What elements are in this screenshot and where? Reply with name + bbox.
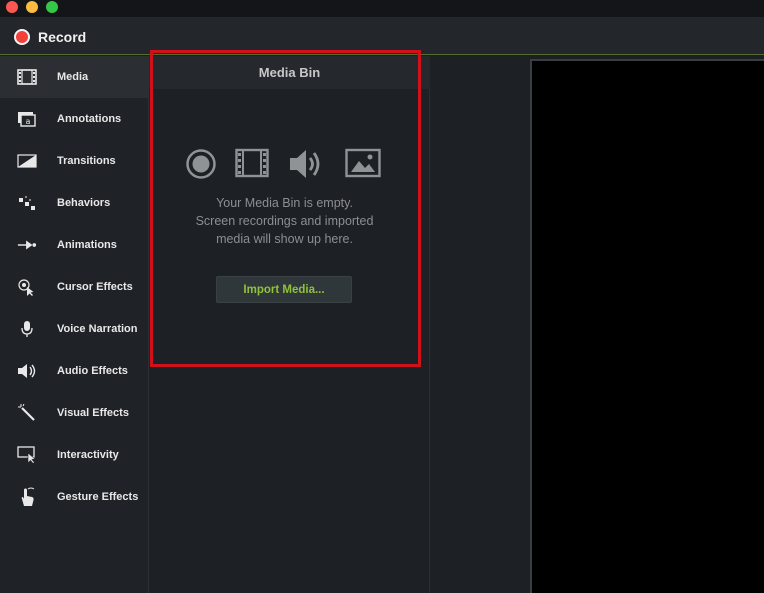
- empty-message-line: media will show up here.: [216, 232, 353, 246]
- record-label: Record: [38, 29, 87, 45]
- image-icon: [345, 148, 381, 183]
- transition-icon: [17, 152, 37, 170]
- import-media-label: Import Media...: [243, 283, 325, 296]
- empty-message-line: Your Media Bin is empty.: [216, 196, 353, 210]
- speaker-icon: [17, 362, 37, 380]
- toolbar: Record: [0, 17, 764, 55]
- sidebar-item-label: Media: [57, 71, 89, 83]
- preview-canvas[interactable]: [530, 59, 764, 593]
- sidebar-item-visual-effects[interactable]: Visual Effects: [0, 392, 148, 434]
- sidebar-item-behaviors[interactable]: Behaviors: [0, 182, 148, 224]
- svg-text:a: a: [26, 117, 31, 126]
- sidebar-item-label: Animations: [57, 239, 117, 251]
- tools-sidebar: Media a Annotations Transitions Behavior…: [0, 56, 149, 593]
- empty-message-line: Screen recordings and imported: [195, 214, 374, 228]
- panel-gap: [430, 56, 530, 593]
- recording-icon: [185, 148, 217, 185]
- window-maximize-button[interactable]: [46, 1, 58, 13]
- sidebar-item-label: Visual Effects: [57, 407, 129, 419]
- empty-message: Your Media Bin is empty. Screen recordin…: [149, 194, 420, 248]
- sidebar-item-audio-effects[interactable]: Audio Effects: [0, 350, 148, 392]
- sidebar-item-label: Cursor Effects: [57, 281, 133, 293]
- cursor-effects-icon: [17, 278, 37, 296]
- media-bin-header: Media Bin: [149, 56, 430, 89]
- sidebar-item-transitions[interactable]: Transitions: [0, 140, 148, 182]
- microphone-icon: [17, 320, 37, 338]
- sidebar-item-animations[interactable]: Animations: [0, 224, 148, 266]
- record-button[interactable]: Record: [14, 27, 86, 47]
- record-icon: [14, 29, 30, 45]
- annotation-icon: a: [17, 110, 37, 128]
- sidebar-item-voice-narration[interactable]: Voice Narration: [0, 308, 148, 350]
- sidebar-item-interactivity[interactable]: Interactivity: [0, 434, 148, 476]
- film-icon: [17, 68, 37, 86]
- behaviors-icon: [17, 194, 37, 212]
- interactivity-icon: [17, 446, 37, 464]
- media-bin-panel: Media Bin Your Media Bin is empty. Scree…: [149, 56, 430, 593]
- hand-gesture-icon: [17, 487, 37, 506]
- sidebar-item-gesture-effects[interactable]: Gesture Effects: [0, 476, 148, 518]
- title-bar: [0, 0, 764, 17]
- sidebar-item-annotations[interactable]: a Annotations: [0, 98, 148, 140]
- audio-speaker-icon: [289, 148, 325, 185]
- sidebar-item-label: Behaviors: [57, 197, 111, 209]
- media-bin-title: Media Bin: [258, 65, 321, 80]
- video-film-icon: [235, 148, 269, 183]
- media-type-icons: [185, 148, 385, 180]
- sidebar-item-media[interactable]: Media: [0, 56, 148, 98]
- sidebar-item-label: Voice Narration: [57, 323, 138, 335]
- sidebar-item-label: Audio Effects: [57, 365, 128, 377]
- animation-arrow-icon: [17, 236, 37, 254]
- sidebar-item-label: Interactivity: [57, 449, 119, 461]
- window-minimize-button[interactable]: [26, 1, 38, 13]
- sidebar-item-cursor-effects[interactable]: Cursor Effects: [0, 266, 148, 308]
- magic-wand-icon: [17, 404, 37, 422]
- sidebar-item-label: Annotations: [57, 113, 122, 125]
- import-media-button[interactable]: Import Media...: [216, 276, 352, 303]
- sidebar-item-label: Transitions: [57, 155, 116, 167]
- sidebar-item-label: Gesture Effects: [57, 491, 139, 503]
- window-close-button[interactable]: [6, 1, 18, 13]
